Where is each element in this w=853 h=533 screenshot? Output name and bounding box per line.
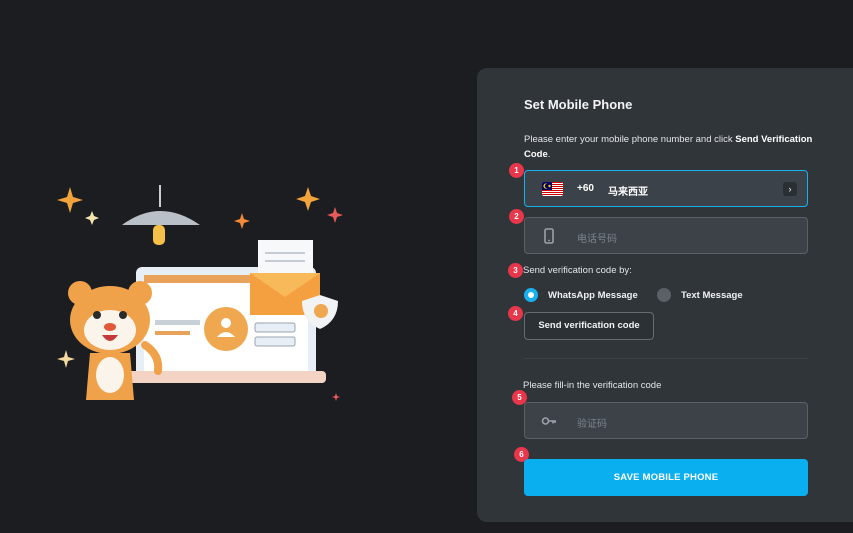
verification-code-placeholder: 验证码 bbox=[577, 419, 607, 430]
whatsapp-option[interactable]: WhatsApp Message bbox=[524, 288, 638, 302]
save-mobile-phone-button[interactable]: SAVE MOBILE PHONE bbox=[524, 459, 808, 496]
country-dial-code: +60 bbox=[577, 183, 594, 194]
send-via-label: Send verification code by: bbox=[523, 265, 632, 276]
divider bbox=[524, 358, 808, 359]
phone-number-placeholder: 电话号码 bbox=[577, 234, 617, 245]
instructions-text: Please enter your mobile phone number an… bbox=[524, 132, 814, 162]
chevron-right-icon: › bbox=[783, 182, 797, 196]
whatsapp-option-label: WhatsApp Message bbox=[548, 289, 638, 301]
send-verification-code-button[interactable]: Send verification code bbox=[524, 312, 654, 340]
phone-number-field[interactable]: 电话号码 bbox=[524, 217, 808, 254]
malaysia-flag-icon bbox=[542, 182, 563, 196]
country-name: 马来西亚 bbox=[608, 187, 648, 198]
text-message-option[interactable]: Text Message bbox=[657, 288, 743, 302]
mobile-phone-icon bbox=[541, 228, 557, 244]
step-badge-3: 3 bbox=[508, 263, 523, 278]
step-badge-2: 2 bbox=[509, 209, 524, 224]
verification-code-field[interactable]: 验证码 bbox=[524, 402, 808, 439]
page-title: Set Mobile Phone bbox=[524, 97, 633, 112]
key-icon bbox=[541, 413, 557, 429]
text-message-radio[interactable] bbox=[657, 288, 671, 302]
tiger-mascot-illustration bbox=[50, 175, 350, 415]
step-badge-1: 1 bbox=[509, 163, 524, 178]
set-mobile-phone-panel: Set Mobile Phone Please enter your mobil… bbox=[477, 68, 853, 522]
country-select[interactable]: +60 马来西亚 › bbox=[524, 170, 808, 207]
instructions-suffix: . bbox=[547, 149, 551, 160]
verification-code-label: Please fill-in the verification code bbox=[523, 380, 662, 391]
step-badge-4: 4 bbox=[508, 306, 523, 321]
whatsapp-radio[interactable] bbox=[524, 288, 538, 302]
instructions-prefix: Please enter your mobile phone number an… bbox=[524, 134, 736, 145]
text-message-option-label: Text Message bbox=[681, 289, 743, 301]
